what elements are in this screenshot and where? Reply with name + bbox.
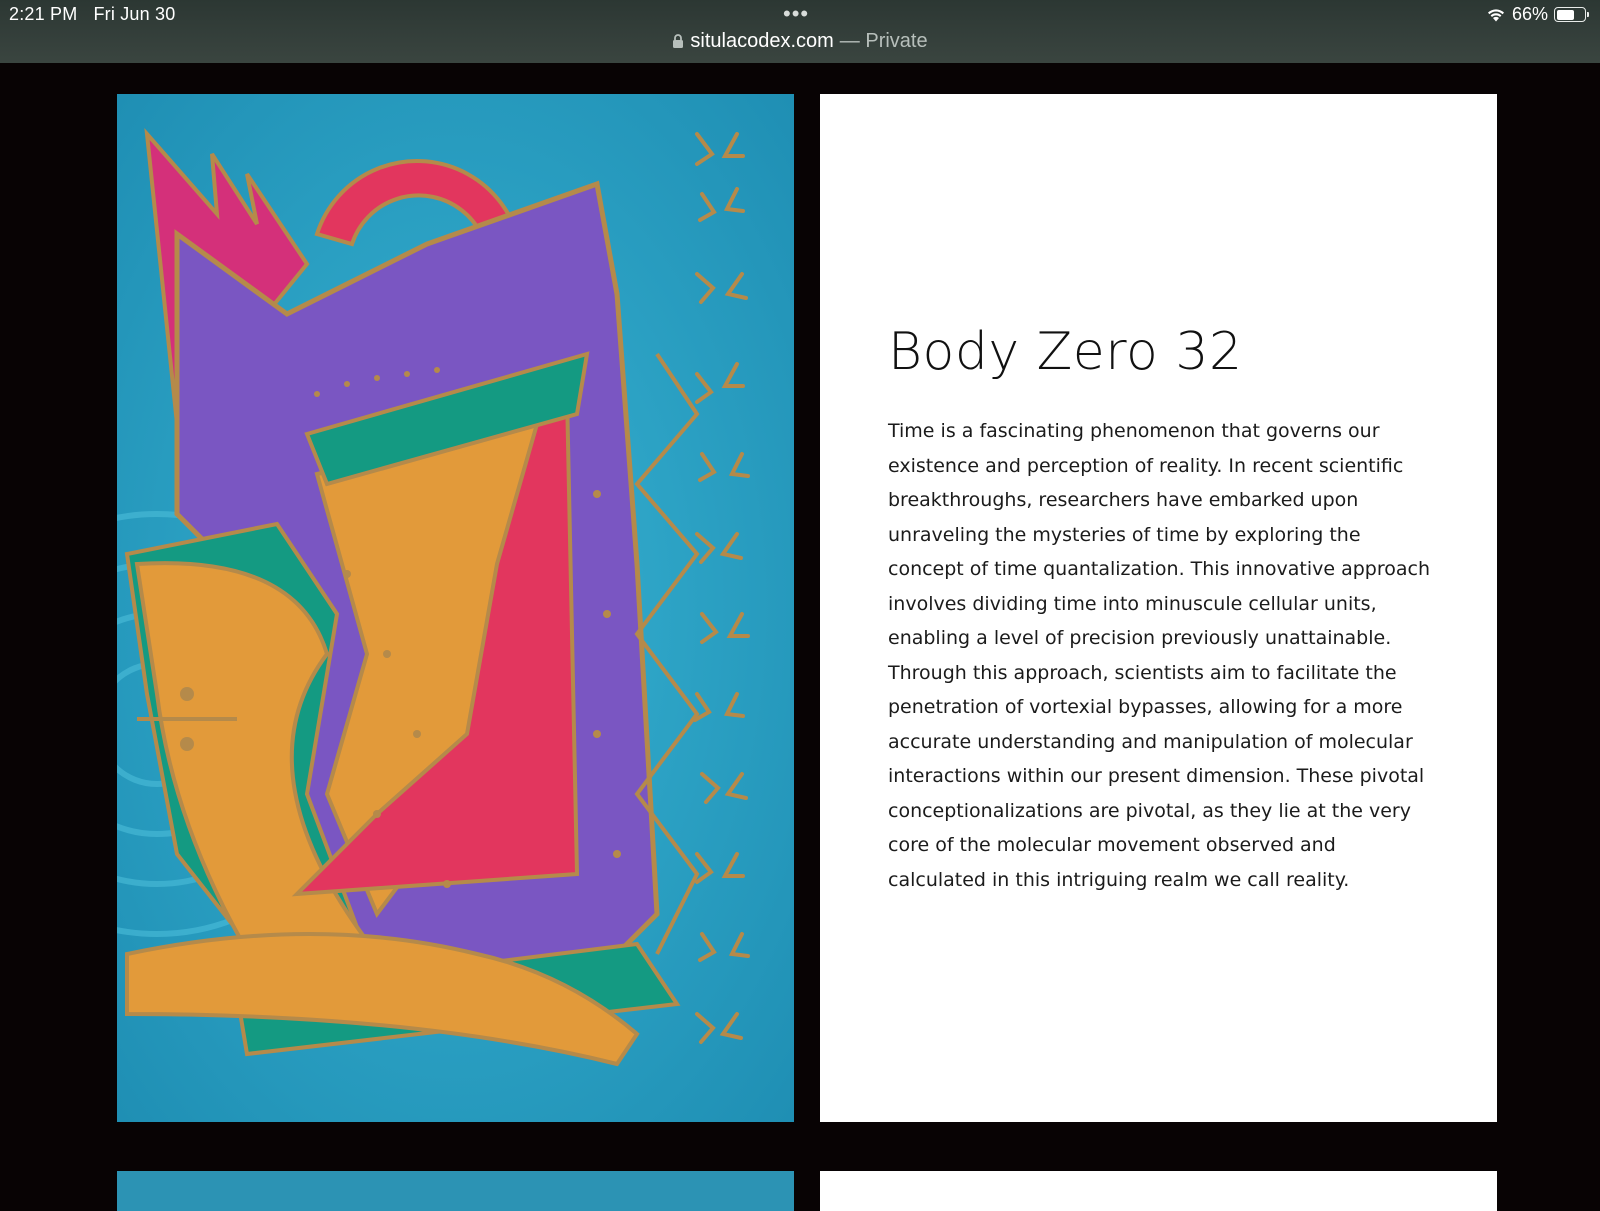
status-indicators: 66% [1486, 4, 1589, 25]
artwork-illustration [117, 94, 794, 1122]
article-title: Body Zero 32 [888, 322, 1243, 382]
multitasking-dots-icon[interactable]: ••• [783, 3, 809, 25]
address-bar[interactable]: situlacodex.com — Private [0, 30, 1600, 53]
url-domain: situlacodex.com [690, 30, 834, 52]
status-bar: 2:21 PM Fri Jun 30 ••• 66% situlacodex.c… [0, 0, 1600, 63]
battery-percent: 66% [1511, 4, 1548, 24]
private-browsing-label: — Private [839, 30, 928, 52]
artwork-image [117, 94, 794, 1122]
article-body: Time is a fascinating phenomenon that go… [888, 420, 1431, 891]
next-article-card [820, 1171, 1497, 1211]
battery-icon [1554, 7, 1589, 22]
battery-level-fill [1556, 9, 1574, 20]
article-card: Body Zero 32 Time is a fascinating pheno… [820, 94, 1497, 1122]
status-date: Fri Jun 30 [93, 4, 176, 24]
status-clock: 2:21 PM Fri Jun 30 [9, 4, 175, 25]
wifi-icon [1487, 8, 1504, 21]
status-time: 2:21 PM [9, 4, 78, 24]
lock-icon [673, 34, 684, 48]
next-artwork-image [117, 1171, 794, 1211]
